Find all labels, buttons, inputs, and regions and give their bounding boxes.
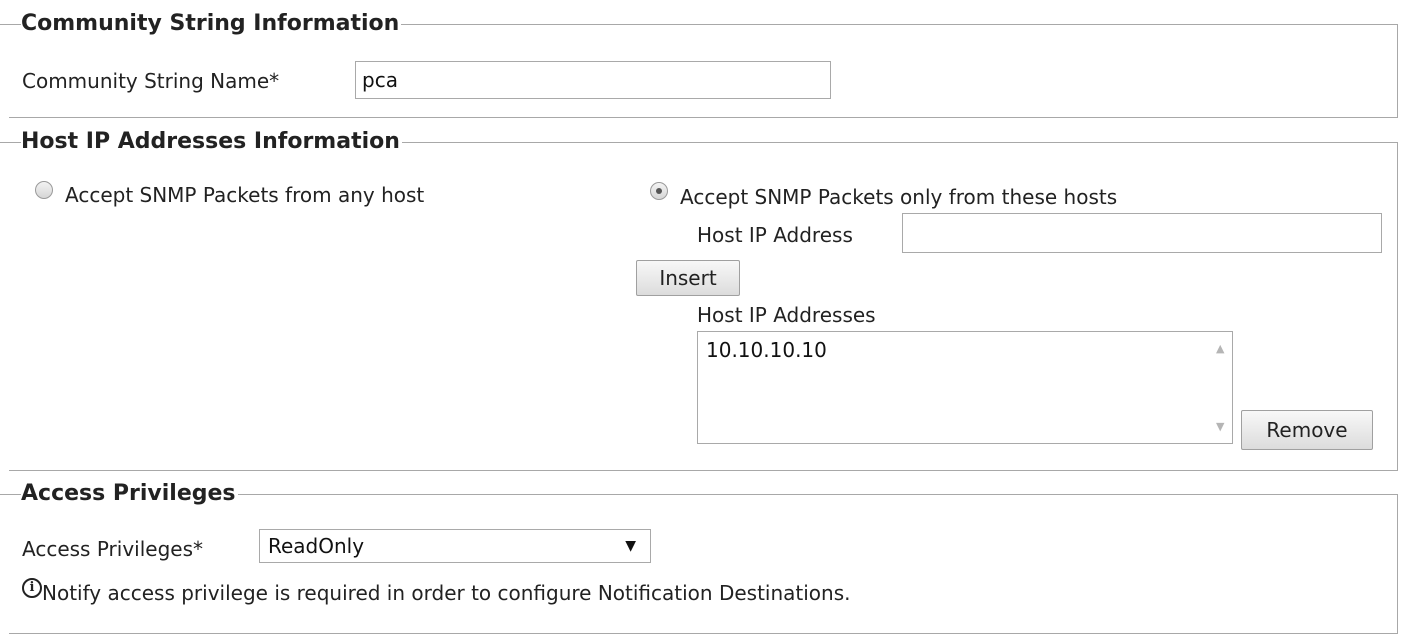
- access-privileges-select[interactable]: ReadOnly ▼: [259, 529, 651, 563]
- scroll-down-icon[interactable]: ▼: [1216, 420, 1224, 433]
- remove-button[interactable]: Remove: [1241, 410, 1373, 450]
- radio-only-these-hosts[interactable]: [650, 182, 668, 200]
- host-ip-input[interactable]: [902, 213, 1382, 253]
- dropdown-caret-icon: ▼: [625, 538, 636, 554]
- access-privileges-selected: ReadOnly: [268, 534, 365, 558]
- radio-only-these-hosts-label[interactable]: Accept SNMP Packets only from these host…: [680, 185, 1117, 209]
- radio-selected-dot: [656, 188, 662, 194]
- host-ip-label: Host IP Address: [697, 223, 853, 247]
- access-fieldset: [9, 494, 1398, 634]
- legend-dash: [0, 142, 9, 143]
- community-name-label: Community String Name*: [22, 69, 280, 93]
- scroll-up-icon[interactable]: ▲: [1216, 342, 1224, 355]
- community-name-input[interactable]: [355, 61, 831, 99]
- host-ip-listbox[interactable]: 10.10.10.10 ▲ ▼: [697, 331, 1233, 444]
- list-item[interactable]: 10.10.10.10: [706, 338, 827, 362]
- radio-any-host[interactable]: [35, 181, 53, 199]
- legend-dash: [0, 24, 9, 25]
- host-ip-list-label: Host IP Addresses: [697, 303, 876, 327]
- radio-any-host-label[interactable]: Accept SNMP Packets from any host: [65, 183, 424, 207]
- hosts-legend: Host IP Addresses Information: [21, 129, 402, 155]
- insert-button[interactable]: Insert: [636, 260, 740, 296]
- access-privileges-label: Access Privileges*: [22, 537, 203, 561]
- community-legend: Community String Information: [21, 11, 402, 37]
- access-legend: Access Privileges: [21, 481, 238, 507]
- info-icon: i: [22, 578, 42, 598]
- listbox-scrollbar[interactable]: ▲ ▼: [1210, 332, 1232, 443]
- legend-dash: [0, 494, 9, 495]
- access-note: Notify access privilege is required in o…: [42, 581, 851, 605]
